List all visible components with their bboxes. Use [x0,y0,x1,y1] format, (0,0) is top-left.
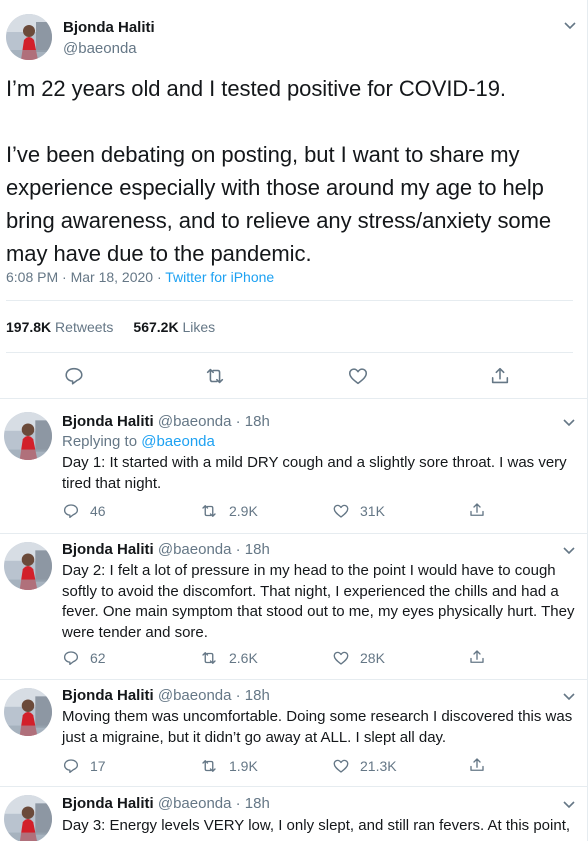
like-count: 28K [360,650,385,666]
likes-stat[interactable]: 567.2K Likes [133,319,215,335]
replying-prefix: Replying to [62,433,142,450]
likes-count: 567.2K [133,319,179,335]
thread-reply[interactable]: Bjonda Haliti @baeonda · 18h Replying to… [0,400,587,534]
reply-button[interactable]: 46 [62,501,106,521]
reply-handle-time[interactable]: @baeonda · 18h [158,541,270,558]
avatar[interactable] [4,542,52,590]
avatar[interactable] [6,14,52,60]
like-button[interactable]: 28K [332,648,385,668]
reply-author-name[interactable]: Bjonda Haliti [62,541,154,558]
reply-actions: 62 2.6K 28K [62,648,562,668]
likes-label: Likes [182,319,216,335]
retweet-button[interactable]: 2.6K [199,648,258,668]
thread-reply[interactable]: Bjonda Haliti @baeonda · 18h Moving them… [0,680,587,787]
reply-author-name[interactable]: Bjonda Haliti [62,795,154,812]
reply-text: Day 2: I felt a lot of pressure in my he… [62,562,575,641]
reply-count: 17 [90,758,106,774]
retweets-stat[interactable]: 197.8K Retweets [6,319,113,335]
like-button[interactable]: 31K [332,501,385,521]
retweet-count: 2.6K [229,650,258,666]
chevron-down-icon[interactable] [562,546,576,556]
author-name[interactable]: Bjonda Haliti [63,19,155,37]
retweet-button[interactable]: 2.9K [199,501,258,521]
retweet-icon [202,505,216,517]
reply-header: Bjonda Haliti @baeonda · 18h [62,540,270,560]
tweet-stats: 197.8K Retweets 567.2K Likes [6,317,215,337]
reply-header: Bjonda Haliti @baeonda · 18h [62,686,270,706]
avatar[interactable] [4,795,52,841]
reply-text: Day 1: It started with a mild DRY cough … [62,454,567,492]
share-button[interactable] [468,648,496,666]
replying-to: Replying to @baeonda [62,432,215,452]
tweet-text: I’m 22 years old and I tested positive f… [6,76,552,266]
retweet-icon [202,760,216,772]
reply-text: Day 3: Energy levels VERY low, I only sl… [62,817,571,834]
author-info: Bjonda Haliti @baeonda [63,19,155,59]
share-button[interactable] [468,756,496,774]
reply-icon [63,759,79,774]
reply-author-name[interactable]: Bjonda Haliti [62,687,154,704]
reply-header: Bjonda Haliti @baeonda · 18h [62,412,270,432]
main-tweet-actions [0,364,587,390]
replying-handle[interactable]: @baeonda [141,433,215,450]
heart-icon [333,504,349,518]
reply-count: 62 [90,650,106,666]
retweets-count: 197.8K [6,319,52,335]
heart-icon [333,651,349,665]
author-handle[interactable]: @baeonda [63,39,155,59]
retweet-button[interactable]: 1.9K [199,756,258,776]
share-button[interactable] [468,501,496,519]
reply-icon [63,504,79,519]
tweet-timestamp[interactable]: 6:08 PM · Mar 18, 2020 · [6,269,165,285]
retweet-count: 1.9K [229,758,258,774]
reply-header: Bjonda Haliti @baeonda · 18h [62,794,270,814]
like-button[interactable]: 21.3K [332,756,397,776]
reply-text: Moving them was uncomfortable. Doing som… [62,708,573,746]
tweet-source[interactable]: Twitter for iPhone [165,269,274,285]
chevron-down-icon[interactable] [562,692,576,702]
like-count: 21.3K [360,758,397,774]
tweet-thread: Bjonda Haliti @baeonda I’m 22 years old … [0,0,588,841]
like-count: 31K [360,503,385,519]
thread-reply[interactable]: Bjonda Haliti @baeonda · 18h Day 2: I fe… [0,534,587,680]
avatar[interactable] [4,412,52,460]
heart-icon [333,759,349,773]
chevron-down-icon[interactable] [562,800,576,810]
share-icon [470,503,484,516]
chevron-down-icon[interactable] [563,21,577,31]
reply-button[interactable]: 17 [62,756,106,776]
reply-author-name[interactable]: Bjonda Haliti [62,413,154,430]
reply-handle-time[interactable]: @baeonda · 18h [158,687,270,704]
reply-handle-time[interactable]: @baeonda · 18h [158,795,270,812]
reply-button[interactable]: 62 [62,648,106,668]
share-icon[interactable] [488,364,512,388]
heart-icon[interactable] [346,364,370,388]
reply-icon[interactable] [62,364,86,388]
reply-actions: 46 2.9K 31K [62,501,562,521]
retweets-label: Retweets [55,319,114,335]
reply-icon [63,651,79,666]
section-separator [0,398,587,399]
divider [6,352,573,353]
tweet-meta: 6:08 PM · Mar 18, 2020 · Twitter for iPh… [6,267,274,287]
reply-actions: 17 1.9K 21.3K [62,756,562,776]
reply-count: 46 [90,503,106,519]
share-icon [470,758,484,771]
divider [6,300,573,301]
thread-reply[interactable]: Bjonda Haliti @baeonda · 18h Day 3: Ener… [0,787,587,841]
retweet-icon [202,652,216,664]
retweet-count: 2.9K [229,503,258,519]
share-icon [470,650,484,663]
avatar[interactable] [4,688,52,736]
reply-handle-time[interactable]: @baeonda · 18h [158,413,270,430]
chevron-down-icon[interactable] [562,418,576,428]
retweet-icon[interactable] [203,364,227,388]
